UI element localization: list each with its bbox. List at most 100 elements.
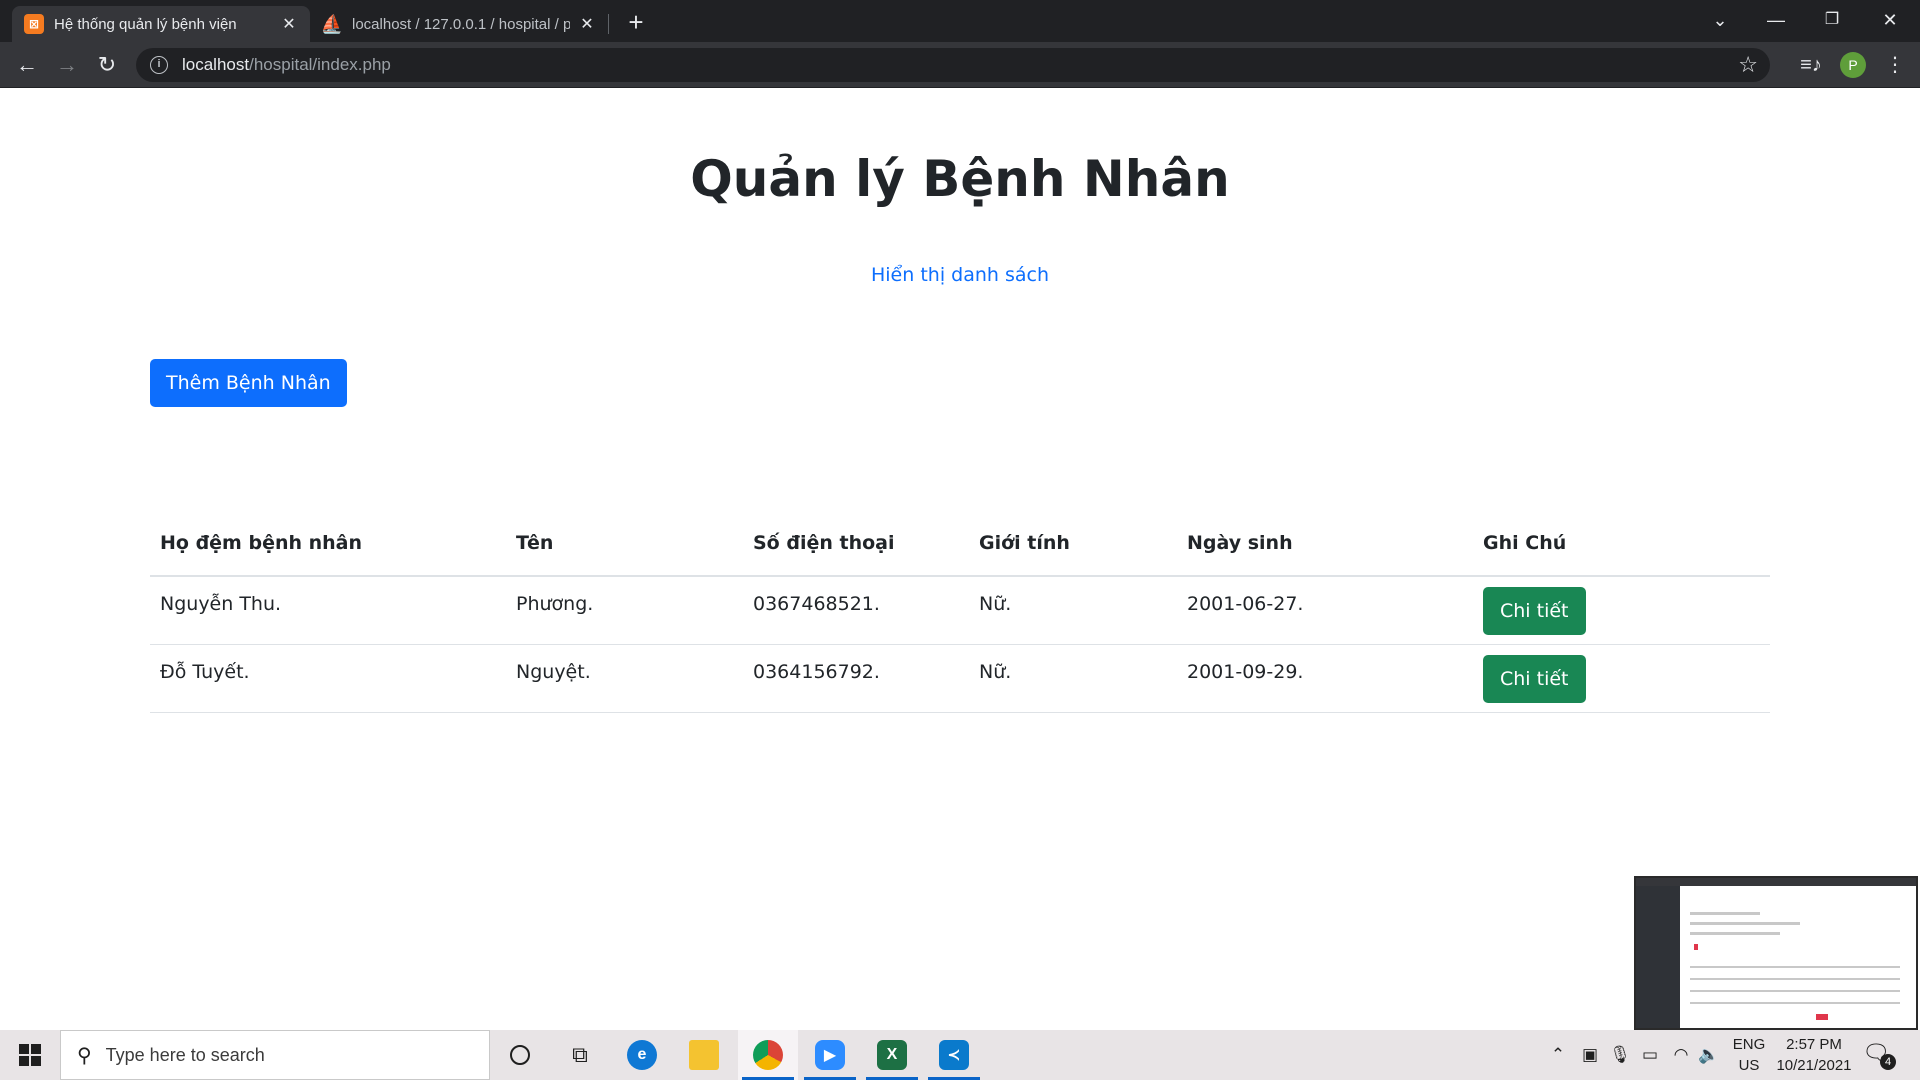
preview-mark — [1694, 944, 1698, 950]
vscode-icon: ≺ — [939, 1040, 969, 1070]
preview-line — [1690, 990, 1900, 992]
column-header: Số điện thoại — [743, 510, 969, 577]
url-text: localhost/hospital/index.php — [182, 55, 391, 75]
windows-taskbar: ⚲ Type here to search ⧉ e ▶ X ≺ ⌃ ▣ 🎙 ▭ … — [0, 1030, 1920, 1080]
cell-action: Chi tiết — [1473, 644, 1770, 713]
browser-tab-bar: ⊠ Hệ thống quản lý bệnh viện ✕ ⛵ localho… — [0, 0, 1920, 42]
add-patient-button[interactable]: Thêm Bệnh Nhân — [150, 359, 347, 407]
clock-date: 10/21/2021 — [1776, 1057, 1852, 1074]
cell-last-middle-name: Nguyễn Thu. — [150, 576, 506, 645]
site-info-icon[interactable]: i — [150, 56, 168, 74]
preview-sidebar — [1636, 886, 1680, 1028]
xampp-icon: ⊠ — [24, 14, 44, 34]
browser-toolbar: ← → ↻ i localhost/hospital/index.php ☆ ≡… — [0, 42, 1920, 88]
column-header: Giới tính — [969, 510, 1177, 577]
cell-phone: 0367468521. — [743, 576, 969, 645]
cell-dob: 2001-06-27. — [1177, 576, 1473, 645]
minimize-button[interactable]: — — [1756, 4, 1796, 36]
window-preview-thumbnail[interactable] — [1634, 876, 1918, 1030]
close-window-button[interactable]: ✕ — [1870, 4, 1910, 36]
reload-button[interactable]: ↻ — [92, 50, 122, 80]
wifi-icon[interactable]: ◠ — [1668, 1030, 1694, 1080]
detail-button[interactable]: Chi tiết — [1483, 587, 1586, 635]
url-host: localhost — [182, 55, 250, 74]
close-icon[interactable]: ✕ — [280, 14, 298, 34]
menu-kebab-icon[interactable]: ⋮ — [1880, 50, 1910, 80]
url-path: /hospital/index.php — [249, 55, 391, 74]
microphone-icon[interactable]: 🎙 — [1608, 1030, 1632, 1080]
action-center-button[interactable]: 🗨 4 — [1862, 1040, 1898, 1070]
task-view-button[interactable]: ⧉ — [550, 1030, 610, 1080]
taskbar-app-chrome[interactable] — [738, 1030, 798, 1080]
page-content: Quản lý Bệnh Nhân Hiển thị danh sách Thê… — [0, 88, 1920, 1030]
battery-icon[interactable]: ▭ — [1636, 1030, 1664, 1080]
search-icon: ⚲ — [77, 1044, 92, 1067]
cell-action: Chi tiết — [1473, 576, 1770, 645]
clock-time: 2:57 PM — [1786, 1036, 1842, 1053]
tab-search-chevron-icon[interactable]: ⌄ — [1700, 4, 1740, 36]
column-header: Họ đệm bệnh nhân — [150, 510, 506, 577]
page-title: Quản lý Bệnh Nhân — [690, 150, 1230, 208]
taskbar-app-zoom[interactable]: ▶ — [800, 1030, 860, 1080]
volume-icon[interactable]: 🔈 — [1696, 1030, 1722, 1080]
detail-button[interactable]: Chi tiết — [1483, 654, 1586, 703]
notification-badge: 4 — [1880, 1054, 1896, 1070]
system-clock[interactable]: 2:57 PM 10/21/2021 — [1764, 1034, 1864, 1076]
taskbar-app-excel[interactable]: X — [862, 1030, 922, 1080]
start-button[interactable] — [0, 1030, 60, 1080]
cell-phone: 0364156792. — [743, 644, 969, 713]
profile-avatar[interactable]: P — [1840, 52, 1866, 78]
chrome-icon — [753, 1040, 783, 1070]
cell-gender: Nữ. — [969, 644, 1177, 713]
cell-first-name: Nguyệt. — [506, 644, 743, 713]
bookmark-star-icon[interactable]: ☆ — [1738, 52, 1758, 78]
table-header-row: Họ đệm bệnh nhân Tên Số điện thoại Giới … — [150, 510, 1770, 577]
preview-line — [1690, 912, 1760, 915]
cortana-button[interactable] — [490, 1030, 550, 1080]
preview-line — [1690, 922, 1800, 925]
column-header: Ghi Chú — [1473, 510, 1770, 577]
column-header: Tên — [506, 510, 743, 577]
excel-icon: X — [877, 1040, 907, 1070]
cell-dob: 2001-09-29. — [1177, 644, 1473, 713]
table-row: Đỗ Tuyết. Nguyệt. 0364156792. Nữ. 2001-0… — [150, 644, 1770, 713]
close-icon[interactable]: ✕ — [578, 14, 596, 34]
show-hidden-icons-chevron-icon[interactable]: ⌃ — [1546, 1030, 1570, 1080]
preview-line — [1690, 932, 1780, 935]
table-row: Nguyễn Thu. Phương. 0367468521. Nữ. 2001… — [150, 576, 1770, 645]
back-button[interactable]: ← — [12, 50, 42, 80]
address-bar[interactable]: i localhost/hospital/index.php ☆ — [136, 48, 1770, 82]
edge-icon: e — [627, 1040, 657, 1070]
forward-button[interactable]: → — [52, 50, 82, 80]
restore-button[interactable]: ❐ — [1812, 4, 1852, 36]
new-tab-button[interactable]: + — [622, 8, 650, 36]
zoom-icon: ▶ — [815, 1040, 845, 1070]
patient-table: Họ đệm bệnh nhân Tên Số điện thoại Giới … — [150, 510, 1770, 713]
task-view-icon: ⧉ — [572, 1042, 588, 1067]
preview-line — [1690, 966, 1900, 968]
preview-titlebar — [1636, 878, 1916, 886]
taskbar-app-edge[interactable]: e — [612, 1030, 672, 1080]
cortana-icon — [510, 1045, 530, 1065]
cell-gender: Nữ. — [969, 576, 1177, 645]
column-header: Ngày sinh — [1177, 510, 1473, 577]
taskbar-search-box[interactable]: ⚲ Type here to search — [60, 1030, 490, 1080]
meet-now-icon[interactable]: ▣ — [1578, 1030, 1602, 1080]
preview-line — [1690, 1002, 1900, 1004]
taskbar-app-file-explorer[interactable] — [674, 1030, 734, 1080]
media-control-icon[interactable]: ≡♪ — [1796, 50, 1826, 80]
tab-hospital-system[interactable]: ⊠ Hệ thống quản lý bệnh viện ✕ — [12, 6, 310, 42]
search-placeholder: Type here to search — [105, 1044, 265, 1065]
phpmyadmin-icon: ⛵ — [320, 13, 344, 34]
tab-phpmyadmin[interactable]: ⛵ localhost / 127.0.0.1 / hospital / p ✕ — [310, 6, 608, 42]
tab-separator — [608, 14, 609, 34]
preview-mark — [1816, 1014, 1828, 1020]
tab-title: Hệ thống quản lý bệnh viện — [54, 15, 237, 33]
cell-first-name: Phương. — [506, 576, 743, 645]
preview-line — [1690, 978, 1900, 980]
tab-title: localhost / 127.0.0.1 / hospital / p — [352, 15, 570, 33]
folder-icon — [689, 1040, 719, 1070]
show-list-link[interactable]: Hiển thị danh sách — [0, 264, 1920, 286]
taskbar-app-vscode[interactable]: ≺ — [924, 1030, 984, 1080]
cell-last-middle-name: Đỗ Tuyết. — [150, 644, 506, 713]
